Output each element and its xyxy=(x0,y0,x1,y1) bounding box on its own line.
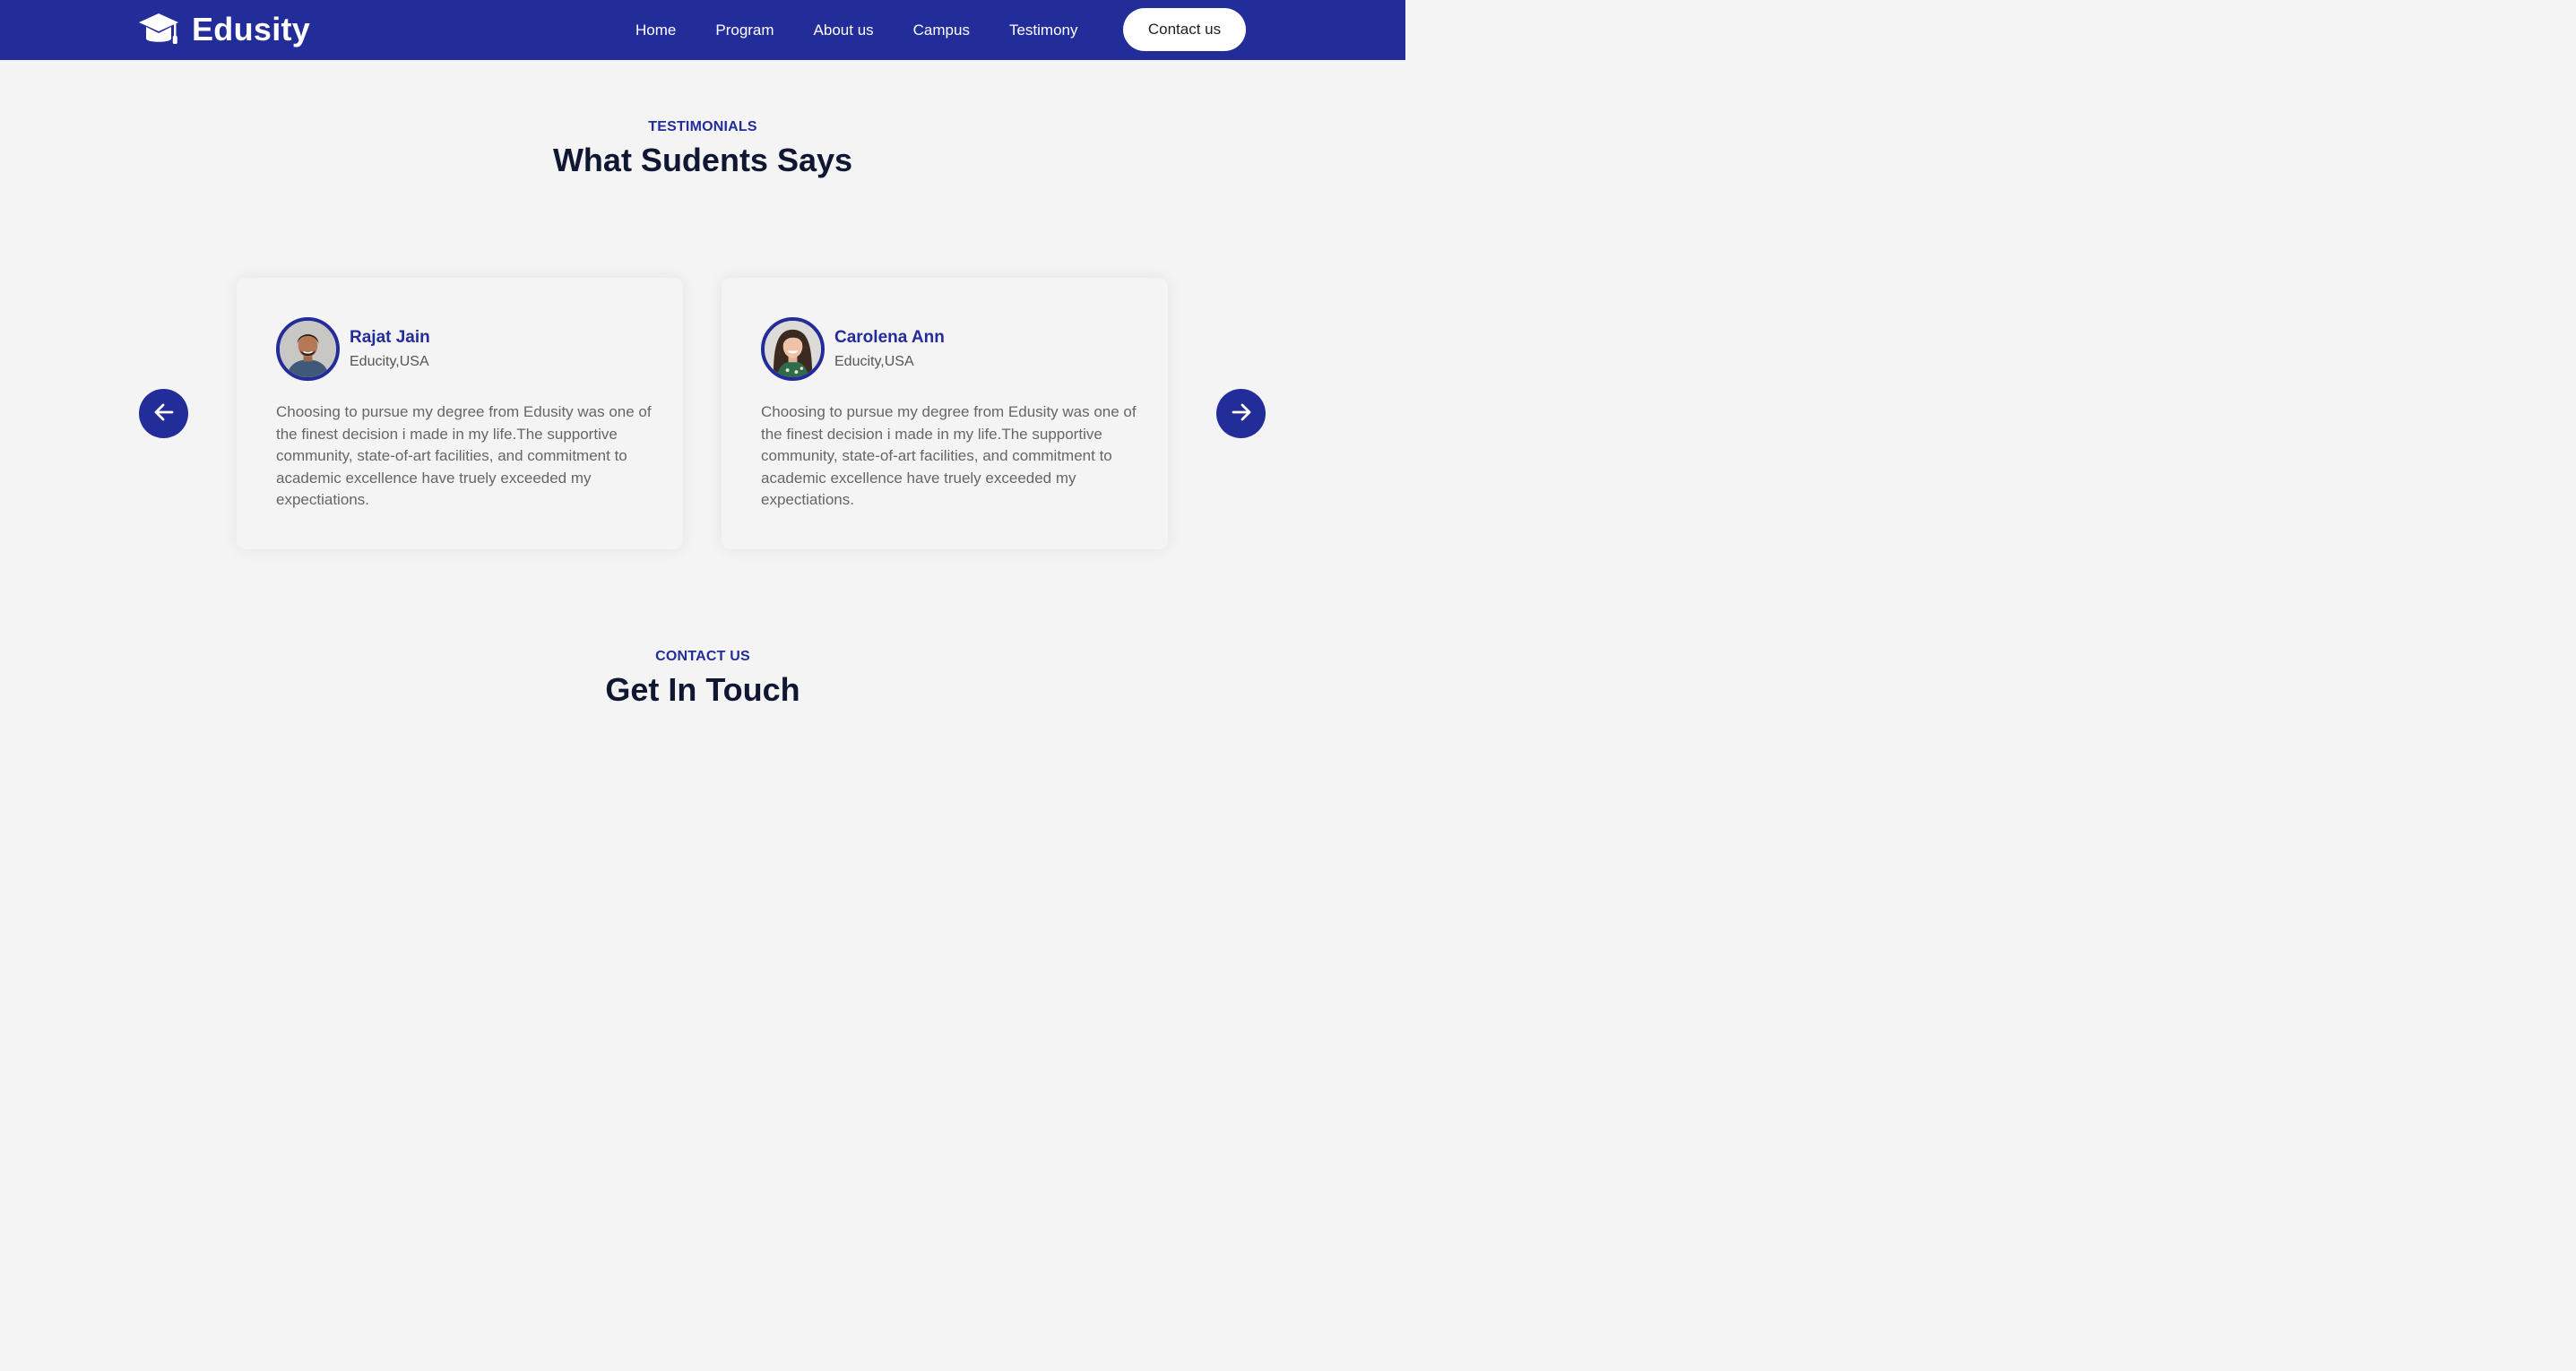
nav-link-home[interactable]: Home xyxy=(635,22,676,39)
testimonial-org: Educity,USA xyxy=(834,354,914,369)
logo[interactable]: Edusity xyxy=(138,10,310,49)
arrow-right-icon xyxy=(1230,401,1253,427)
brand-name: Edusity xyxy=(192,11,311,47)
testimonial-name: Carolena Ann xyxy=(834,328,945,347)
nav-link-testimony[interactable]: Testimony xyxy=(1009,22,1078,39)
contact-subtitle: CONTACT US xyxy=(655,649,750,664)
prev-button[interactable] xyxy=(139,389,188,438)
arrow-left-icon xyxy=(152,401,176,427)
testimonial-org: Educity,USA xyxy=(350,354,429,369)
testimonial-name: Rajat Jain xyxy=(350,328,430,347)
nav-link-program[interactable]: Program xyxy=(715,22,774,39)
testimonial-card: Rajat Jain Educity,USA Choosing to pursu… xyxy=(237,278,683,549)
testimonials-title: What Sudents Says xyxy=(552,142,853,178)
testimonial-text: Choosing to pursue my degree from Edusit… xyxy=(761,403,1137,508)
nav-link-about-us[interactable]: About us xyxy=(814,22,874,39)
testimonial-text: Choosing to pursue my degree from Edusit… xyxy=(276,403,652,508)
testimonial-card: Carolena Ann Educity,USA Choosing to pur… xyxy=(722,278,1168,549)
contact-title: Get In Touch xyxy=(605,671,800,708)
avatar xyxy=(276,317,340,381)
contact-us-button[interactable]: Contact us xyxy=(1123,8,1246,51)
nav-link-campus[interactable]: Campus xyxy=(913,22,970,39)
navbar: Edusity Home Program About us Campus Tes… xyxy=(0,0,1405,60)
next-button[interactable] xyxy=(1216,389,1266,438)
nav-links: Home Program About us Campus Testimony xyxy=(635,0,1118,60)
graduation-cap-icon xyxy=(138,12,179,47)
testimonials-subtitle: TESTIMONIALS xyxy=(648,119,757,134)
avatar xyxy=(761,317,825,381)
